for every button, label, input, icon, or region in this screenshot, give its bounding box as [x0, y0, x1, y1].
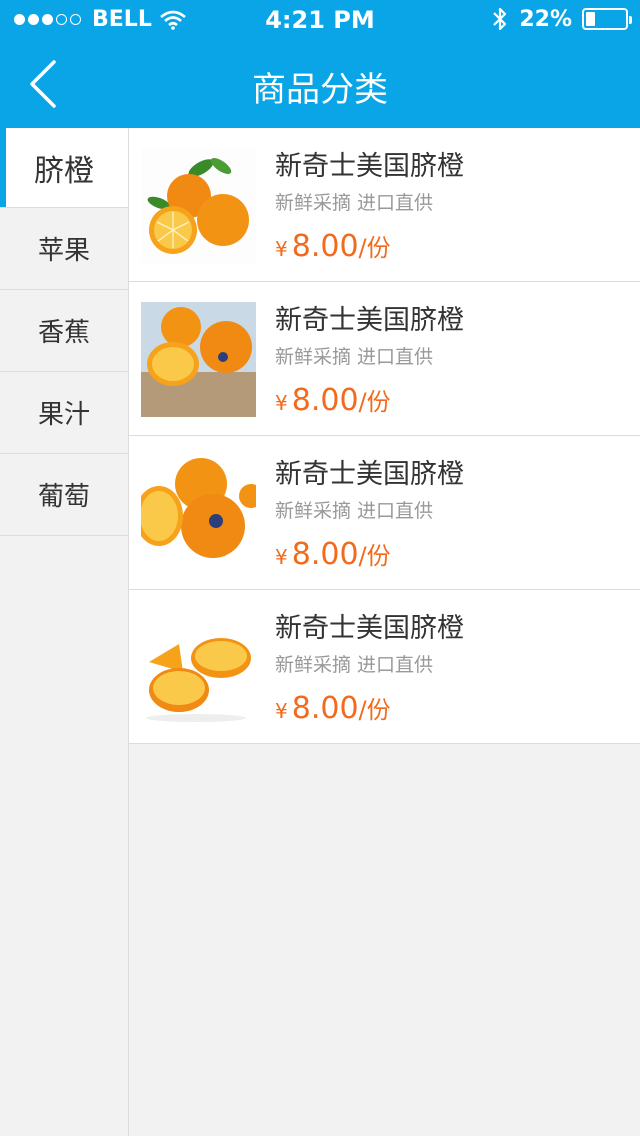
- price-amount: 8.00: [291, 383, 359, 418]
- price-unit: /份: [358, 542, 391, 570]
- product-name: 新奇士美国脐橙: [275, 459, 464, 490]
- sidebar-item-label: 香蕉: [37, 318, 90, 348]
- product-price: ¥ 8.00 /份: [275, 536, 391, 572]
- product-subtitle: 新鲜采摘 进口直供: [275, 654, 434, 676]
- sidebar-item-label: 苹果: [37, 236, 90, 266]
- product-subtitle: 新鲜采摘 进口直供: [275, 346, 434, 368]
- status-bar: BELL 4:21 PM 22%: [0, 0, 640, 40]
- price-currency: ¥: [275, 545, 288, 569]
- sidebar-item-navel-orange[interactable]: 脐橙: [0, 128, 128, 208]
- price-unit: /份: [358, 234, 391, 262]
- product-row[interactable]: 新奇士美国脐橙 新鲜采摘 进口直供 ¥ 8.00 /份: [129, 590, 640, 744]
- price-currency: ¥: [275, 237, 288, 261]
- sidebar-item-label: 果汁: [37, 400, 90, 430]
- price-unit: /份: [358, 388, 391, 416]
- battery-percent: 22%: [519, 6, 572, 32]
- product-image: [141, 610, 256, 725]
- product-price: ¥ 8.00 /份: [275, 382, 391, 418]
- product-price: ¥ 8.00 /份: [275, 228, 391, 264]
- product-image: [141, 456, 256, 571]
- bluetooth-icon: [493, 7, 507, 31]
- product-row[interactable]: 新奇士美国脐橙 新鲜采摘 进口直供 ¥ 8.00 /份: [129, 436, 640, 590]
- product-price: ¥ 8.00 /份: [275, 690, 391, 726]
- sidebar-item-apple[interactable]: 苹果: [0, 208, 128, 290]
- price-currency: ¥: [275, 699, 288, 723]
- battery-icon: [582, 8, 632, 30]
- price-amount: 8.00: [291, 691, 359, 726]
- product-row[interactable]: 新奇士美国脐橙 新鲜采摘 进口直供 ¥ 8.00 /份: [129, 282, 640, 436]
- sidebar-item-juice[interactable]: 果汁: [0, 372, 128, 454]
- nav-bar: 商品分类: [0, 40, 640, 128]
- product-subtitle: 新鲜采摘 进口直供: [275, 192, 434, 214]
- price-unit: /份: [358, 696, 391, 724]
- product-row[interactable]: 新奇士美国脐橙 新鲜采摘 进口直供 ¥ 8.00 /份: [129, 128, 640, 282]
- category-sidebar: 脐橙 苹果 香蕉 果汁 葡萄: [0, 128, 129, 1136]
- sidebar-item-label: 葡萄: [37, 482, 90, 512]
- product-list: 新奇士美国脐橙 新鲜采摘 进口直供 ¥ 8.00 /份 新奇士美国脐橙 新鲜采摘…: [129, 128, 640, 744]
- product-name: 新奇士美国脐橙: [275, 305, 464, 336]
- sidebar-item-label: 脐橙: [34, 153, 94, 189]
- sidebar-item-grape[interactable]: 葡萄: [0, 454, 128, 536]
- product-subtitle: 新鲜采摘 进口直供: [275, 500, 434, 522]
- battery-level-fill: [586, 12, 596, 26]
- product-name: 新奇士美国脐橙: [275, 151, 464, 182]
- price-amount: 8.00: [291, 229, 359, 264]
- product-name: 新奇士美国脐橙: [275, 613, 464, 644]
- price-currency: ¥: [275, 391, 288, 415]
- sidebar-item-banana[interactable]: 香蕉: [0, 290, 128, 372]
- product-image: [141, 148, 256, 263]
- page-title: 商品分类: [252, 70, 388, 110]
- product-image: [141, 302, 256, 417]
- status-right: 22%: [491, 6, 632, 32]
- price-amount: 8.00: [291, 537, 359, 572]
